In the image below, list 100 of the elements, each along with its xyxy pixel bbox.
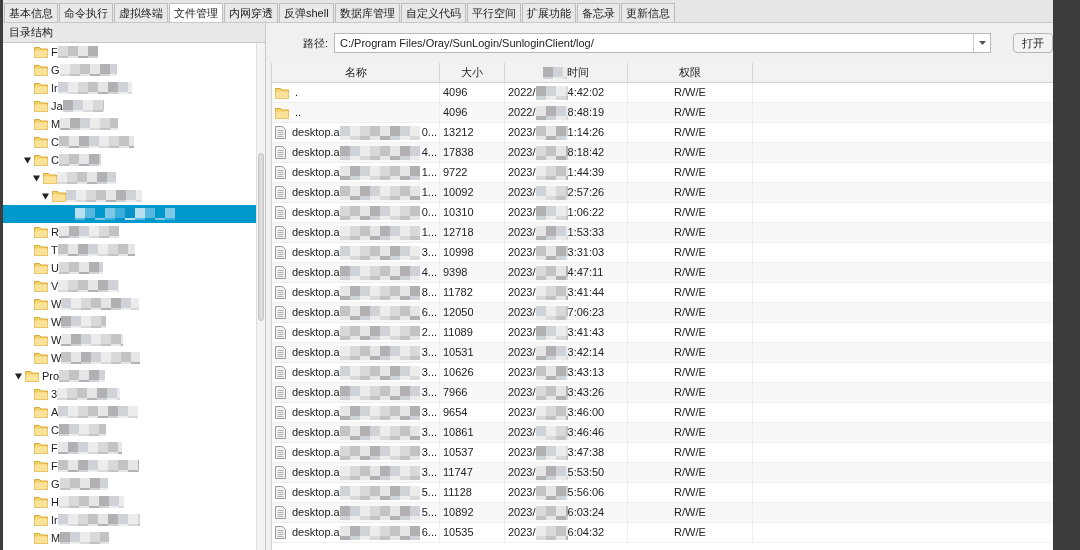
folder-name: U [51, 260, 59, 276]
table-row[interactable]: desktop.a 3... 10531 2023/ 3:42:14 R/W/E [272, 343, 1053, 363]
size-cell-text: 11089 [443, 325, 473, 341]
table-row[interactable]: desktop.a 1... 12718 2023/ 1:53:33 R/W/E [272, 223, 1053, 243]
table-row[interactable]: desktop.a 3... 10998 2023/ 3:31:03 R/W/E [272, 243, 1053, 263]
tab[interactable]: 文件管理 [169, 3, 223, 22]
pixelated-redaction [60, 532, 110, 544]
tree-item[interactable]: G [3, 61, 256, 79]
permission-cell-text: R/W/E [674, 505, 706, 521]
table-row[interactable]: desktop.a 4... 9398 2023/ 4:47:11 R/W/E [272, 263, 1053, 283]
tree-item[interactable]: W [3, 349, 256, 367]
document-icon [275, 246, 286, 259]
folder-name: W [51, 314, 62, 330]
table-row[interactable]: desktop.a 2... 11089 2023/ 3:41:43 R/W/E [272, 323, 1053, 343]
open-button[interactable]: 打开 [1013, 33, 1053, 53]
tree-item[interactable]: W [3, 331, 256, 349]
time-cell-text: 6:04:32 [567, 525, 605, 541]
tab[interactable]: 自定义代码 [400, 3, 466, 22]
size-cell-text: 17838 [443, 145, 474, 161]
tree-item[interactable]: C [3, 133, 256, 151]
table-row[interactable]: desktop.a 3... 10861 2023/ 3:46:46 R/W/E [272, 423, 1053, 443]
size-cell-text: 10535 [443, 525, 474, 541]
pixelated-redaction [535, 265, 568, 280]
folder-icon [275, 86, 289, 99]
tree-item[interactable]: T [3, 241, 256, 259]
folder-name: G [51, 62, 60, 78]
folder-icon [34, 496, 48, 508]
file-name-tail: 6... [421, 305, 437, 321]
tab[interactable]: 更新信息 [620, 3, 675, 22]
tab[interactable]: 命令执行 [59, 3, 113, 22]
permission-cell-text: R/W/E [674, 445, 706, 461]
table-row[interactable]: desktop.a 0... 13212 2023/ 1:14:26 R/W/E [272, 123, 1053, 143]
expand-arrow-icon[interactable] [15, 372, 22, 380]
expand-arrow-icon[interactable] [24, 156, 31, 164]
tree-item[interactable]: A [3, 403, 256, 421]
tab[interactable]: 平行空间 [466, 3, 521, 22]
table-row[interactable]: desktop.a 6... 12050 2023/ 7:06:23 R/W/E [272, 303, 1053, 323]
tree-item[interactable]: 3 [3, 385, 256, 403]
table-row[interactable]: .. 4096 2022/ 8:48:19 R/W/E [272, 103, 1053, 123]
tree-item[interactable]: Ir [3, 79, 256, 97]
tree-item[interactable]: R [3, 223, 256, 241]
table-row[interactable]: desktop.a 1... 9722 2023/ 1:44:39 R/W/E [272, 163, 1053, 183]
pixelated-redaction [535, 165, 568, 180]
path-field[interactable]: C:/Program Files/Oray/SunLogin/SunloginClient/log/ [334, 33, 991, 53]
expand-arrow-icon[interactable] [33, 174, 40, 182]
tree-item[interactable]: W [3, 295, 256, 313]
table-row[interactable]: desktop.a 0... 10310 2023/ 1:06:22 R/W/E [272, 203, 1053, 223]
table-row[interactable]: desktop.a 5... 11128 2023/ 5:56:06 R/W/E [272, 483, 1053, 503]
scrollbar[interactable] [256, 43, 265, 550]
file-name-tail: 3... [421, 425, 437, 441]
tab[interactable]: 数据库管理 [334, 3, 400, 22]
tree-item[interactable]: F [3, 439, 256, 457]
date-cell-text: 2023/ [508, 225, 536, 241]
table-row[interactable]: desktop.a 3... 7966 2023/ 3:43:26 R/W/E [272, 383, 1053, 403]
table-row[interactable]: desktop.a 3... 9654 2023/ 3:46:00 R/W/E [272, 403, 1053, 423]
tree-item[interactable]: M [3, 115, 256, 133]
column-header[interactable]: 名称 [344, 64, 367, 81]
folder-name: Pro [42, 368, 60, 384]
tree-item[interactable]: F [3, 457, 256, 475]
document-icon [275, 506, 286, 519]
table-row[interactable]: desktop.a 8... 11782 2023/ 3:41:44 R/W/E [272, 283, 1053, 303]
tree-item[interactable]: V [3, 277, 256, 295]
tree-item[interactable]: M [3, 529, 256, 547]
table-row[interactable]: desktop.a 6... 10535 2023/ 6:04:32 R/W/E [272, 523, 1053, 543]
tab[interactable]: 反弹shell [279, 3, 334, 22]
table-row[interactable]: desktop.a 4... 17838 2023/ 8:18:42 R/W/E [272, 143, 1053, 163]
pixelated-redaction [57, 442, 122, 454]
column-header[interactable]: 权限 [679, 64, 701, 81]
column-header[interactable]: 大小 [461, 64, 483, 81]
tree-item[interactable]: H [3, 493, 256, 511]
folder-name: M [51, 530, 61, 546]
table-row[interactable]: desktop.a 3... 10537 2023/ 3:47:38 R/W/E [272, 443, 1053, 463]
tab[interactable]: 基本信息 [4, 3, 58, 22]
tab[interactable]: 扩展功能 [521, 3, 576, 22]
pixelated-redaction [58, 262, 103, 274]
size-cell-text: 10310 [443, 205, 474, 221]
column-header[interactable]: 时间 [567, 64, 589, 81]
permission-cell-text: R/W/E [674, 345, 706, 361]
expand-arrow-icon[interactable] [42, 192, 49, 200]
table-row[interactable]: . 4096 2022/ 4:42:02 R/W/E [272, 83, 1053, 103]
tree-item[interactable]: Ir [3, 511, 256, 529]
panel-title: 目录结构 [9, 25, 53, 41]
folder-icon [34, 406, 48, 418]
size-cell-text: 7966 [443, 385, 468, 401]
file-name: desktop.a [292, 485, 340, 501]
folder-name: T [51, 242, 58, 258]
table-row[interactable]: desktop.a 3... 11747 2023/ 5:53:50 R/W/E [272, 463, 1053, 483]
size-cell-text: 10537 [443, 445, 474, 461]
tab[interactable]: 虚拟终端 [114, 3, 168, 22]
table-row[interactable]: desktop.a 5... 10892 2023/ 6:03:24 R/W/E [272, 503, 1053, 523]
document-icon [275, 146, 286, 159]
table-row[interactable]: desktop.a 3... 10626 2023/ 3:43:13 R/W/E [272, 363, 1053, 383]
pixelated-redaction [543, 66, 567, 79]
tab[interactable]: 备忘录 [576, 3, 620, 22]
size-cell-text: 10861 [443, 425, 474, 441]
tab[interactable]: 内网穿透 [224, 3, 278, 22]
table-row[interactable]: desktop.a 1... 10092 2023/ 2:57:26 R/W/E [272, 183, 1053, 203]
time-cell-text: 3:47:38 [567, 445, 605, 461]
pixelated-redaction [535, 185, 568, 200]
folder-name: F [51, 440, 58, 456]
